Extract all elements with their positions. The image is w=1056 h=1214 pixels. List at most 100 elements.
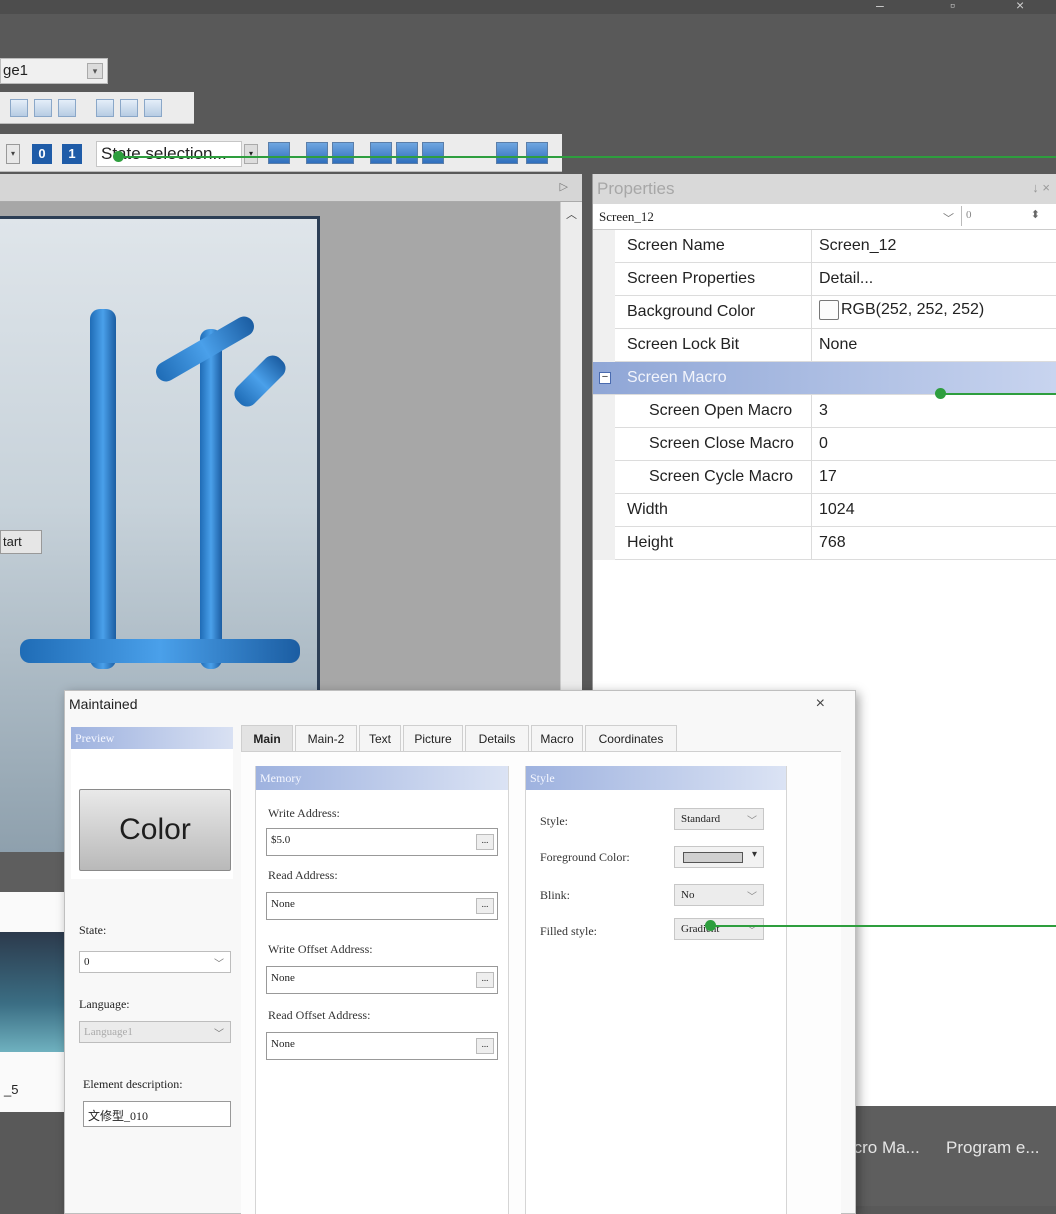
- filled-style-select[interactable]: Gradient ﹀: [674, 918, 764, 940]
- page-selector[interactable]: ge1 ▾: [0, 58, 108, 84]
- close-window-icon[interactable]: ×: [1016, 0, 1024, 13]
- property-row[interactable]: Screen Lock Bit None: [593, 329, 1056, 362]
- align-middle-icon[interactable]: [120, 99, 138, 117]
- property-name: Screen Properties: [627, 270, 756, 287]
- start-button[interactable]: tart: [0, 530, 42, 554]
- chevron-down-icon[interactable]: ▾: [6, 144, 20, 164]
- color-swatch[interactable]: [819, 300, 839, 320]
- property-row[interactable]: Width 1024: [593, 494, 1056, 527]
- property-value[interactable]: 17: [819, 468, 837, 486]
- align-right-icon[interactable]: [58, 99, 76, 117]
- property-row[interactable]: Screen Close Macro 0: [593, 428, 1056, 461]
- screen-icon[interactable]: [422, 142, 444, 164]
- property-name: Height: [627, 534, 674, 551]
- property-value[interactable]: 0: [819, 435, 828, 453]
- style-value: Standard: [681, 813, 721, 825]
- state-value: 0: [84, 956, 90, 968]
- tab-picture[interactable]: Picture: [403, 725, 463, 751]
- style-group: Style Style: Standard ﹀ Foreground Color…: [525, 766, 787, 1214]
- property-value[interactable]: 768: [819, 534, 846, 552]
- row-gutter: [593, 395, 615, 428]
- write-offset-value: None: [271, 972, 295, 984]
- distribute-icon[interactable]: [370, 142, 392, 164]
- property-row[interactable]: Background Color RGB(252, 252, 252): [593, 296, 1056, 329]
- row-gutter: [593, 527, 615, 560]
- annotation-line: [940, 393, 1056, 395]
- property-name: Background Color: [627, 303, 756, 320]
- dialog-title: Maintained: [69, 696, 138, 712]
- maintained-dialog: Maintained × Preview Color State: 0 ﹀ La…: [64, 690, 856, 1214]
- row-gutter: [593, 263, 615, 296]
- property-value[interactable]: 3: [819, 402, 828, 420]
- element-description-input[interactable]: 文修型_010: [83, 1101, 231, 1127]
- read-offset-input[interactable]: None ...: [266, 1032, 498, 1060]
- property-row[interactable]: Height 768: [593, 527, 1056, 560]
- screen-thumbnail[interactable]: [0, 932, 70, 1052]
- browse-button[interactable]: ...: [476, 972, 494, 988]
- collapse-icon[interactable]: −: [599, 372, 611, 384]
- write-offset-input[interactable]: None ...: [266, 966, 498, 994]
- chevron-down-icon: ﹀: [214, 959, 224, 970]
- tab-coordinates[interactable]: Coordinates: [585, 725, 677, 751]
- memory-group: Memory Write Address: $5.0 ... Read Addr…: [255, 766, 509, 1214]
- bit-off-button[interactable]: 0: [32, 144, 52, 164]
- blink-label: Blink:: [540, 888, 571, 902]
- align-left-icon[interactable]: [10, 99, 28, 117]
- object-selector[interactable]: Screen_12 ﹀ 0 ⬍: [593, 204, 1056, 230]
- tab-details[interactable]: Details: [465, 725, 529, 751]
- chevron-down-icon[interactable]: ﹀: [943, 210, 954, 226]
- read-address-input[interactable]: None ...: [266, 892, 498, 920]
- language-label: Language:: [79, 997, 130, 1011]
- property-value[interactable]: Screen_12: [819, 237, 896, 255]
- property-row[interactable]: Screen Cycle Macro 17: [593, 461, 1056, 494]
- write-address-label: Write Address:: [268, 806, 340, 820]
- browse-button[interactable]: ...: [476, 898, 494, 914]
- play-icon[interactable]: ▷: [560, 180, 568, 193]
- language-select[interactable]: Language1 ﹀: [79, 1021, 231, 1043]
- close-icon[interactable]: ×: [816, 695, 825, 713]
- chevron-up-icon[interactable]: ︿: [566, 206, 577, 222]
- settings-icon[interactable]: [526, 142, 548, 164]
- browse-button[interactable]: ...: [476, 1038, 494, 1054]
- write-address-input[interactable]: $5.0 ...: [266, 828, 498, 856]
- arrow-left-icon[interactable]: [306, 142, 328, 164]
- property-row[interactable]: Screen Open Macro 3: [593, 395, 1056, 428]
- minimize-icon[interactable]: –: [876, 0, 884, 13]
- property-value[interactable]: 1024: [819, 501, 855, 519]
- arrow-right-icon[interactable]: [332, 142, 354, 164]
- tab-main-2[interactable]: Main-2: [295, 725, 357, 751]
- property-row[interactable]: Screen Name Screen_12: [593, 230, 1056, 263]
- bit-on-button[interactable]: 1: [62, 144, 82, 164]
- browse-button[interactable]: ...: [476, 834, 494, 850]
- property-row[interactable]: Screen Properties Detail...: [593, 263, 1056, 296]
- property-value[interactable]: Detail...: [819, 270, 873, 288]
- grid-icon[interactable]: [268, 142, 290, 164]
- object-index[interactable]: 0: [961, 206, 1011, 226]
- annotation-line: [710, 925, 1056, 927]
- align-top-icon[interactable]: [96, 99, 114, 117]
- screen-thumbnail-panel: _5: [0, 892, 70, 1112]
- app-title-bar: – ▫ ×: [0, 0, 1056, 14]
- property-value[interactable]: RGB(252, 252, 252): [819, 300, 984, 320]
- style-select[interactable]: Standard ﹀: [674, 808, 764, 830]
- read-offset-value: None: [271, 1038, 295, 1050]
- restore-icon[interactable]: ▫: [950, 0, 955, 13]
- property-value[interactable]: None: [819, 336, 857, 354]
- tab-text[interactable]: Text: [359, 725, 401, 751]
- layout-icon[interactable]: [396, 142, 418, 164]
- blink-select[interactable]: No ﹀: [674, 884, 764, 906]
- chevron-down-icon[interactable]: ▾: [87, 63, 103, 79]
- pin-close-icon[interactable]: ↓ ×: [1032, 180, 1050, 195]
- foreground-color-picker[interactable]: ▾: [674, 846, 764, 868]
- spinner-icon[interactable]: ⬍: [1031, 208, 1040, 221]
- tab-macro[interactable]: Macro: [531, 725, 583, 751]
- column-divider: [811, 461, 812, 494]
- tab-main[interactable]: Main: [241, 725, 293, 751]
- state-select[interactable]: 0 ﹀: [79, 951, 231, 973]
- align-center-icon[interactable]: [34, 99, 52, 117]
- chevron-down-icon[interactable]: ▾: [244, 144, 258, 164]
- property-category[interactable]: − Screen Macro: [593, 362, 1056, 395]
- align-bottom-icon[interactable]: [144, 99, 162, 117]
- export-icon[interactable]: [496, 142, 518, 164]
- tab-program-editor[interactable]: Program e...: [946, 1138, 1040, 1158]
